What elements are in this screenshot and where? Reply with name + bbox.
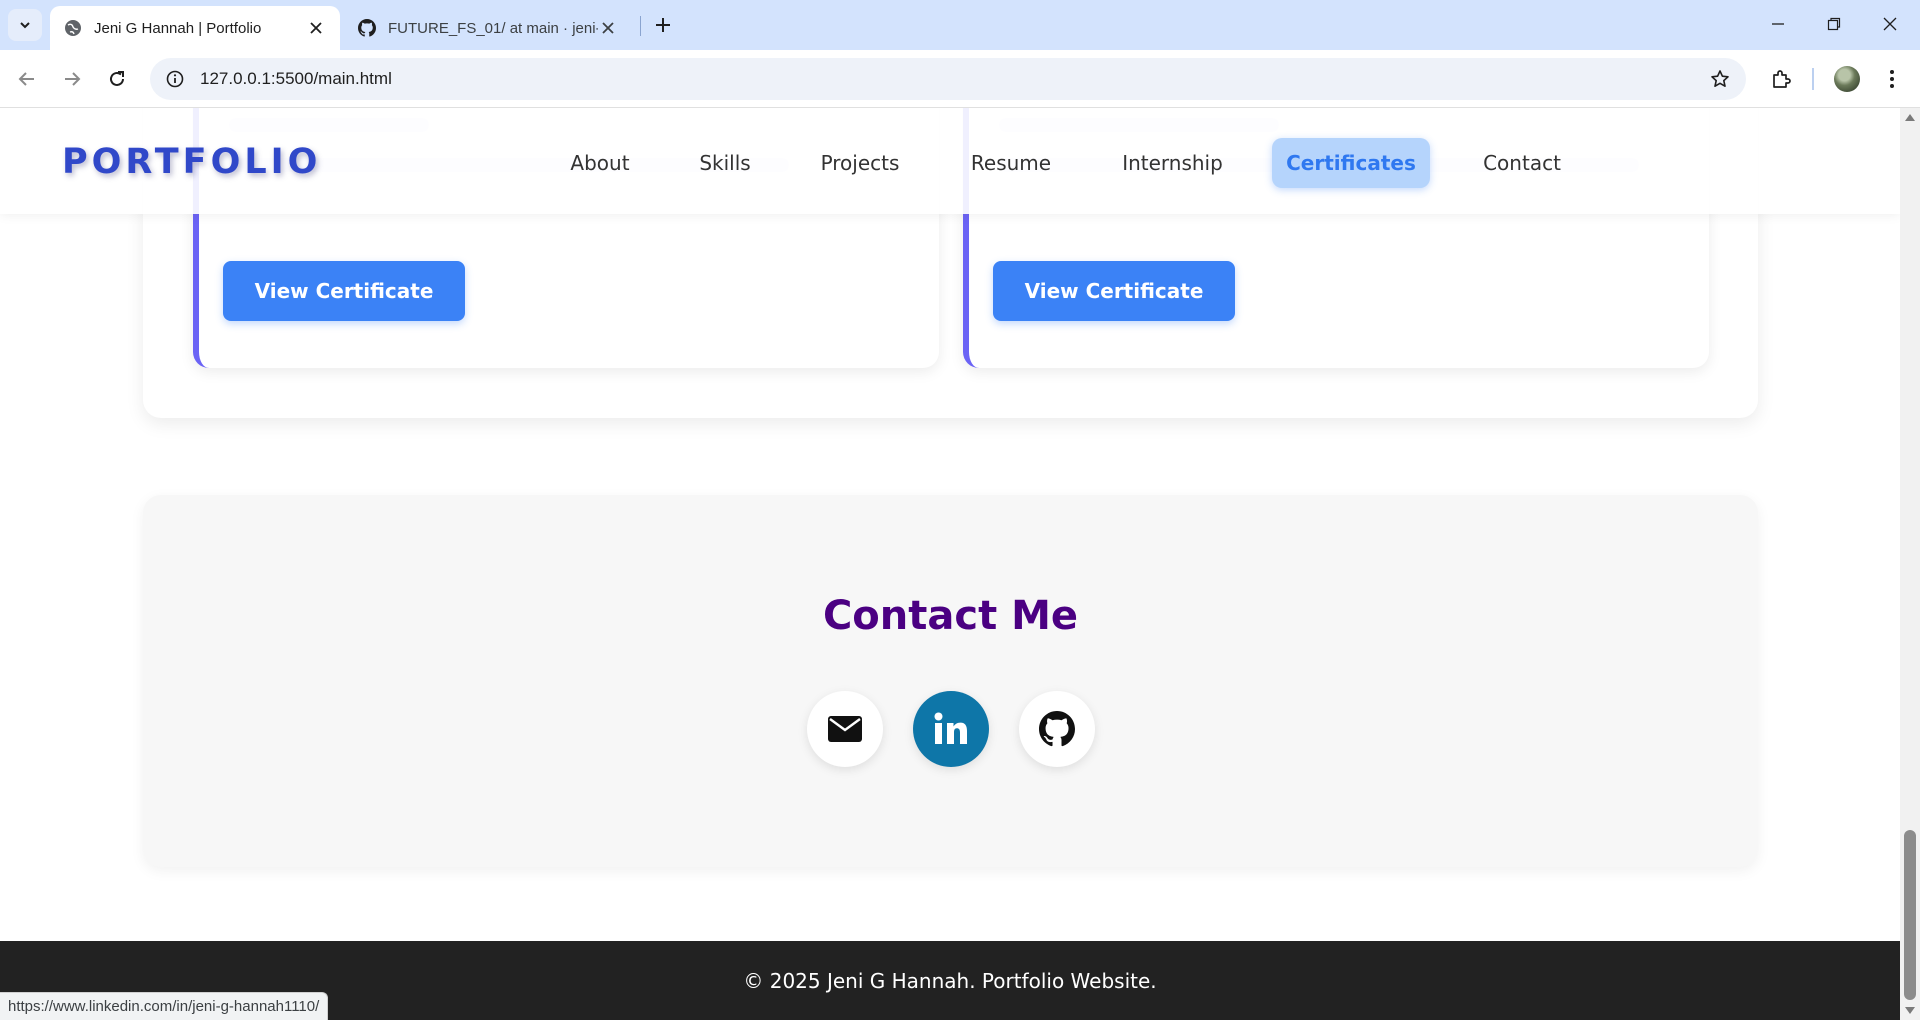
main-nav: About Skills Projects Resume Internship … [0, 138, 1900, 188]
site-info-icon[interactable] [154, 58, 196, 100]
view-certificate-button[interactable]: View Certificate [223, 261, 465, 321]
page-viewport: View Certificate View Certificate PORTFO… [0, 108, 1900, 1020]
tab-search-button[interactable] [8, 9, 42, 41]
page-scrollbar[interactable] [1900, 108, 1920, 1020]
tab-separator [640, 16, 641, 36]
contact-section: Contact Me [143, 495, 1758, 867]
tab-title: Jeni G Hannah | Portfolio [94, 19, 262, 37]
browser-menu-button[interactable] [1874, 61, 1910, 97]
github-link[interactable] [1019, 691, 1095, 767]
github-icon [1039, 711, 1075, 747]
nav-link-certificates[interactable]: Certificates [1272, 138, 1430, 188]
arrow-right-icon [65, 72, 81, 86]
window-close-button[interactable] [1862, 0, 1918, 48]
plus-icon [656, 18, 670, 32]
reload-icon [110, 71, 124, 86]
nav-link-contact[interactable]: Contact [1466, 138, 1578, 188]
tab-portfolio[interactable]: Jeni G Hannah | Portfolio [50, 6, 340, 50]
new-tab-button[interactable] [648, 10, 678, 40]
profile-button[interactable] [1829, 61, 1865, 97]
close-icon [1883, 17, 1897, 31]
nav-link-internship[interactable]: Internship [1110, 138, 1235, 188]
address-bar[interactable]: 127.0.0.1:5500/main.html [150, 58, 1746, 100]
nav-link-resume[interactable]: Resume [955, 138, 1067, 188]
scroll-up-arrow-icon[interactable] [1905, 114, 1915, 121]
tab-title: FUTURE_FS_01/ at main · jeni-g [388, 19, 598, 37]
scrollbar-thumb[interactable] [1904, 830, 1916, 1000]
globe-icon [65, 20, 81, 36]
site-header: PORTFOLIO About Skills Projects Resume I… [0, 108, 1900, 214]
puzzle-icon [1773, 70, 1791, 88]
footer-copyright: © 2025 Jeni G Hannah. Portfolio Website. [743, 969, 1157, 993]
view-certificate-button[interactable]: View Certificate [993, 261, 1235, 321]
url-text: 127.0.0.1:5500/main.html [200, 69, 392, 88]
avatar [1834, 66, 1860, 92]
close-icon[interactable] [306, 18, 326, 38]
restore-button[interactable] [1806, 0, 1862, 48]
email-link[interactable] [807, 691, 883, 767]
browser-toolbar: 127.0.0.1:5500/main.html [0, 50, 1920, 108]
extensions-button[interactable] [1763, 61, 1799, 97]
link-status-bubble: https://www.linkedin.com/in/jeni-g-hanna… [0, 992, 329, 1020]
reload-button[interactable] [99, 61, 135, 97]
arrow-left-icon [18, 72, 34, 86]
back-button[interactable] [9, 61, 45, 97]
contact-title: Contact Me [822, 593, 1079, 639]
close-icon[interactable] [598, 18, 618, 38]
more-vertical-icon [1890, 70, 1894, 88]
github-icon [358, 19, 376, 37]
minimize-button[interactable] [1750, 0, 1806, 48]
linkedin-icon [934, 712, 967, 744]
envelope-icon [828, 716, 862, 742]
forward-button[interactable] [54, 61, 90, 97]
nav-link-projects[interactable]: Projects [805, 138, 915, 188]
browser-tab-bar: Jeni G Hannah | Portfolio FUTURE_FS_01/ … [0, 0, 1920, 50]
nav-link-about[interactable]: About [553, 138, 647, 188]
linkedin-link[interactable] [913, 691, 989, 767]
toolbar-divider [1812, 68, 1814, 90]
restore-icon [1827, 17, 1841, 31]
nav-link-skills[interactable]: Skills [686, 138, 764, 188]
chevron-down-icon [20, 22, 30, 29]
tab-github[interactable]: FUTURE_FS_01/ at main · jeni-g [344, 6, 632, 50]
scroll-down-arrow-icon[interactable] [1905, 1007, 1915, 1014]
bookmark-star-icon[interactable] [1708, 67, 1732, 91]
minimize-icon [1772, 23, 1784, 25]
